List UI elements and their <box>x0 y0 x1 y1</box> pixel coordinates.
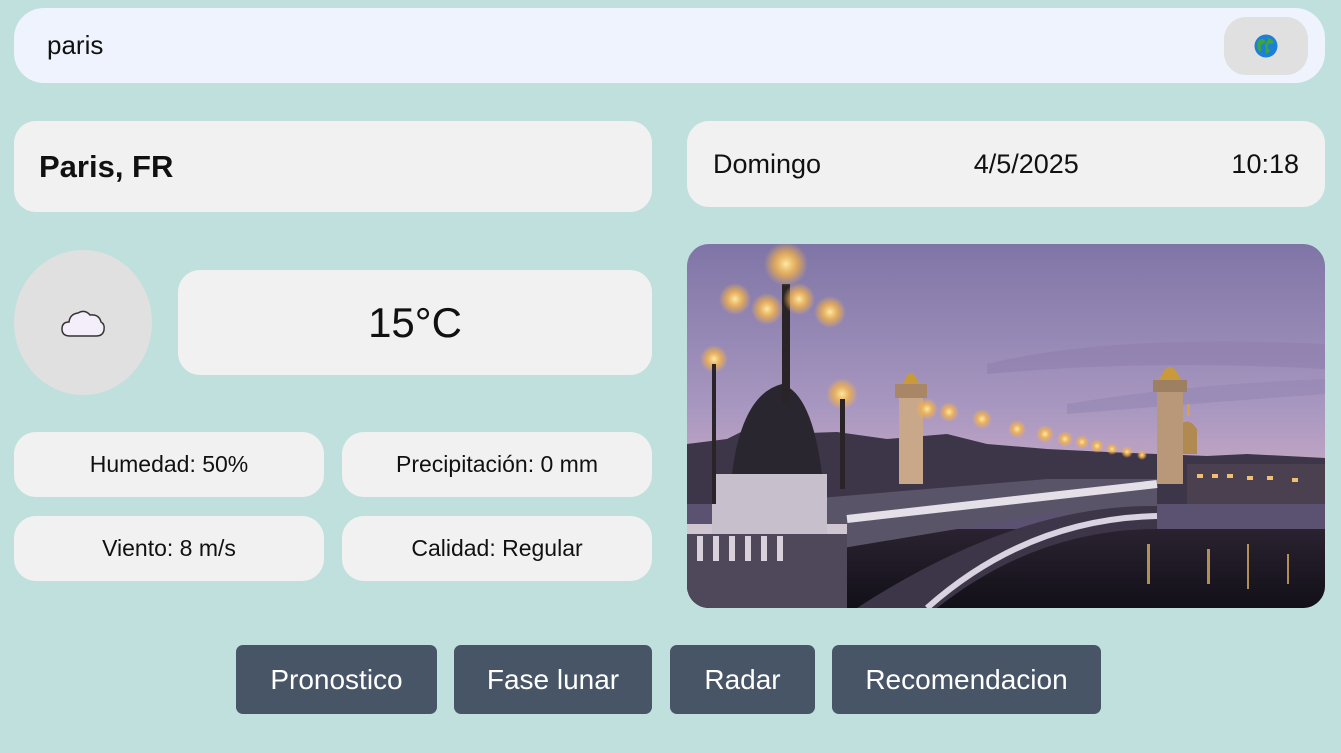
day-label: Domingo <box>713 148 822 179</box>
search-bar <box>14 8 1325 83</box>
wind-label: Viento: 8 m/s <box>102 535 236 561</box>
city-photo-image <box>687 244 1325 608</box>
temperature-value: 15°C <box>368 298 462 346</box>
temperature-card: 15°C <box>178 270 652 375</box>
search-input[interactable] <box>47 25 1197 66</box>
wind-card: Viento: 8 m/s <box>14 516 324 581</box>
time-label: 10:18 <box>1231 148 1299 179</box>
precipitation-label: Precipitación: 0 mm <box>396 451 598 477</box>
humidity-label: Humedad: 50% <box>89 451 249 477</box>
location-card: Paris, FR <box>14 121 652 212</box>
radar-button[interactable]: Radar <box>670 645 815 714</box>
weather-icon-container <box>14 250 152 395</box>
recommendation-button[interactable]: Recomendacion <box>832 645 1101 714</box>
globe-icon <box>1254 34 1278 58</box>
date-label: 4/5/2025 <box>973 148 1079 179</box>
humidity-card: Humedad: 50% <box>14 432 324 497</box>
city-photo <box>687 244 1325 608</box>
precipitation-card: Precipitación: 0 mm <box>342 432 652 497</box>
air-quality-label: Calidad: Regular <box>411 535 583 561</box>
datetime-card: Domingo 4/5/2025 10:18 <box>687 121 1325 207</box>
city-name: Paris, FR <box>39 148 174 184</box>
cloud-icon <box>61 310 105 337</box>
search-button[interactable] <box>1224 17 1308 75</box>
forecast-button[interactable]: Pronostico <box>236 645 437 714</box>
moon-phase-button[interactable]: Fase lunar <box>454 645 652 714</box>
air-quality-card: Calidad: Regular <box>342 516 652 581</box>
